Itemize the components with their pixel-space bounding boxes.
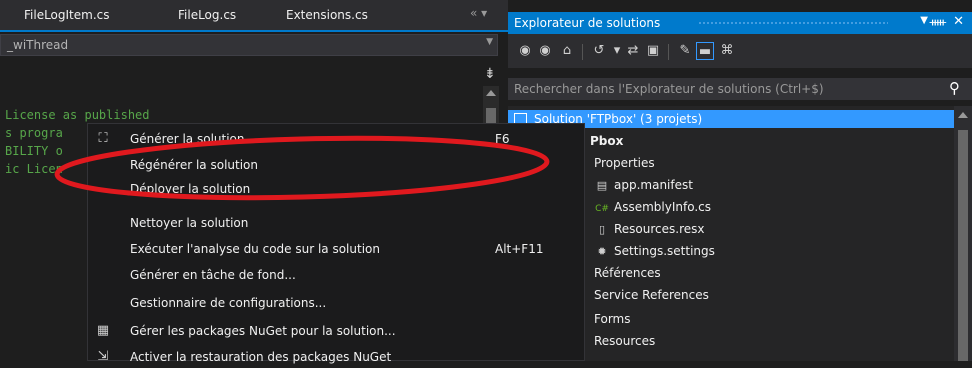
tree-item-label: Références bbox=[594, 266, 661, 280]
solution-explorer-title-bar: Explorateur de solutions ▼ ᚔ ✕ bbox=[508, 12, 972, 34]
scroll-up-icon[interactable] bbox=[486, 90, 496, 96]
menu-item-label: Régénérer la solution bbox=[130, 158, 258, 172]
window-position-dropdown-icon[interactable]: ▼ bbox=[920, 15, 928, 26]
class-diagram-icon[interactable]: ⌘ bbox=[718, 42, 736, 60]
tab-filelog[interactable]: FileLog.cs bbox=[178, 8, 236, 24]
title-grip bbox=[698, 21, 888, 25]
menu-item-label: Générer la solution bbox=[130, 132, 245, 146]
tree-item-app-manifest[interactable]: ▤ app.manifest bbox=[594, 178, 693, 192]
show-all-files-icon[interactable]: ▬ bbox=[696, 42, 714, 60]
tree-item-label: app.manifest bbox=[614, 178, 693, 192]
menu-item-label: Nettoyer la solution bbox=[130, 216, 249, 230]
manifest-icon: ▤ bbox=[596, 179, 608, 192]
pin-icon[interactable]: ᚔ bbox=[930, 15, 946, 29]
scroll-up-icon[interactable] bbox=[958, 112, 968, 118]
resx-icon: ▯ bbox=[598, 223, 606, 236]
tree-item-label: Resources.resx bbox=[614, 222, 705, 236]
split-editor-icon[interactable]: ⇟ bbox=[484, 66, 496, 82]
menu-item-label: Générer en tâche de fond... bbox=[130, 268, 296, 282]
tree-item-label: Service References bbox=[594, 288, 709, 302]
solution-context-menu: ⛶ Générer la solution F6 Régénérer la so… bbox=[87, 123, 585, 364]
tab-overflow-icon[interactable]: « ▾ bbox=[470, 6, 487, 20]
menu-item-label: Exécuter l'analyse du code sur la soluti… bbox=[130, 242, 380, 256]
tree-item-label: Settings.settings bbox=[614, 244, 715, 258]
member-dropdown-value: _wiThread bbox=[7, 38, 69, 52]
tree-item-label: Forms bbox=[594, 312, 631, 326]
menu-item-code-analysis[interactable]: Exécuter l'analyse du code sur la soluti… bbox=[88, 238, 584, 260]
menu-item-background-build[interactable]: Générer en tâche de fond... bbox=[88, 264, 584, 286]
settings-icon: ✹ bbox=[597, 245, 607, 258]
code-line: ic Licen bbox=[5, 162, 63, 176]
tree-item-references[interactable]: Références bbox=[594, 266, 661, 280]
tree-item-properties[interactable]: Properties bbox=[594, 156, 655, 170]
chevron-down-icon: ▼ bbox=[486, 37, 493, 47]
menu-item-manage-nuget[interactable]: ▦ Gérer les packages NuGet pour la solut… bbox=[88, 320, 584, 342]
csharp-icon: C# bbox=[595, 204, 609, 214]
nuget-restore-icon: ⇲ bbox=[97, 349, 109, 364]
member-dropdown[interactable]: _wiThread ▼ bbox=[0, 34, 498, 56]
search-bar[interactable]: Rechercher dans l'Explorateur de solutio… bbox=[508, 78, 972, 100]
home-icon[interactable]: ⌂ bbox=[558, 42, 576, 60]
properties-wrench-icon[interactable]: ✎ bbox=[676, 42, 694, 60]
code-line: BILITY o bbox=[5, 144, 63, 158]
tree-item-project[interactable]: Pbox bbox=[590, 134, 623, 148]
sync-icon[interactable]: ⇄ bbox=[624, 42, 642, 60]
code-line: License as published bbox=[5, 108, 150, 122]
menu-item-label: Gérer les packages NuGet pour la solutio… bbox=[130, 324, 396, 338]
scroll-thumb[interactable] bbox=[958, 130, 968, 361]
menu-item-shortcut: F6 bbox=[495, 132, 510, 146]
nuget-icon: ▦ bbox=[96, 323, 110, 338]
menu-item-label: Activer la restauration des packages NuG… bbox=[130, 350, 392, 364]
tab-filelogitem[interactable]: FileLogItem.cs bbox=[24, 8, 110, 24]
tree-item-label: Pbox bbox=[590, 134, 624, 148]
menu-item-build[interactable]: ⛶ Générer la solution F6 bbox=[88, 128, 584, 150]
tab-extensions[interactable]: Extensions.cs bbox=[286, 8, 368, 24]
editor-tab-bar: FileLogItem.cs FileLog.cs Extensions.cs … bbox=[0, 0, 508, 30]
tree-item-settings[interactable]: ✹ Settings.settings bbox=[594, 244, 715, 258]
menu-item-label: Gestionnaire de configurations... bbox=[130, 296, 327, 310]
search-input[interactable]: Rechercher dans l'Explorateur de solutio… bbox=[514, 82, 824, 96]
toolbar-separator bbox=[582, 44, 583, 60]
menu-item-rebuild[interactable]: Régénérer la solution bbox=[88, 154, 584, 176]
solution-explorer-toolbar: ◉ ◉ ⌂ ↺ ▾ ⇄ ▣ ✎ ▬ ⌘ bbox=[508, 34, 972, 68]
tree-item-label: AssemblyInfo.cs bbox=[614, 200, 712, 214]
back-icon[interactable]: ◉ bbox=[516, 42, 534, 60]
tab-active-indicator bbox=[0, 30, 508, 32]
menu-item-configuration-manager[interactable]: Gestionnaire de configurations... bbox=[88, 292, 584, 314]
tree-item-resources[interactable]: Resources bbox=[594, 334, 655, 348]
tree-item-assemblyinfo[interactable]: C# AssemblyInfo.cs bbox=[594, 200, 711, 214]
menu-item-enable-nuget-restore[interactable]: ⇲ Activer la restauration des packages N… bbox=[88, 346, 584, 368]
tree-item-service-references[interactable]: Service References bbox=[594, 288, 709, 302]
menu-item-label: Déployer la solution bbox=[130, 182, 251, 196]
panel-title: Explorateur de solutions bbox=[514, 16, 661, 30]
toolbar-separator bbox=[668, 44, 669, 60]
code-line: s progra bbox=[5, 126, 63, 140]
menu-item-shortcut: Alt+F11 bbox=[495, 242, 544, 256]
build-icon: ⛶ bbox=[98, 131, 108, 146]
collapse-all-icon[interactable]: ▣ bbox=[644, 42, 662, 60]
menu-item-deploy[interactable]: Déployer la solution bbox=[88, 178, 584, 200]
pending-changes-icon[interactable]: ↺ bbox=[590, 42, 608, 60]
tree-item-label: Resources bbox=[594, 334, 656, 348]
menu-item-clean[interactable]: Nettoyer la solution bbox=[88, 212, 584, 234]
tree-item-label: Properties bbox=[594, 156, 655, 170]
close-icon[interactable]: ✕ bbox=[953, 14, 964, 29]
tree-item-forms[interactable]: Forms bbox=[594, 312, 630, 326]
solution-tree-scrollbar[interactable] bbox=[954, 106, 972, 361]
tree-item-resources-resx[interactable]: ▯ Resources.resx bbox=[594, 222, 705, 236]
forward-icon[interactable]: ◉ bbox=[536, 42, 554, 60]
search-icon[interactable]: ⚲ bbox=[949, 79, 960, 97]
